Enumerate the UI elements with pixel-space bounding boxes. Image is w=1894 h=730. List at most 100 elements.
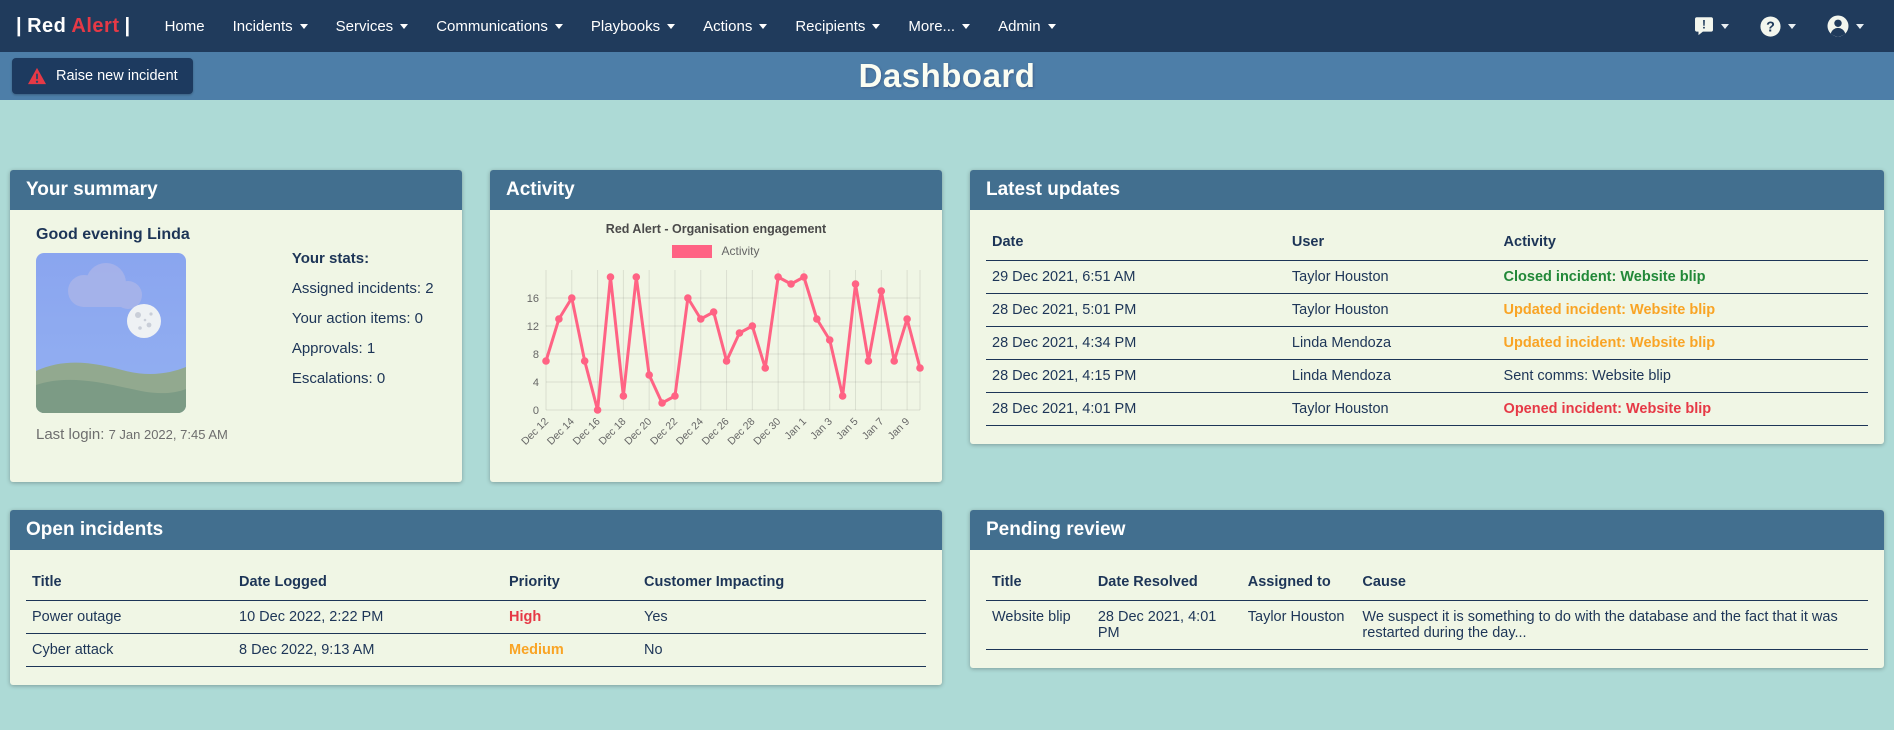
logo-right-bar: | (124, 15, 130, 38)
nav-item-home[interactable]: Home (153, 12, 217, 41)
table-cell: Taylor Houston (1286, 261, 1498, 294)
table-cell: 8 Dec 2022, 9:13 AM (233, 634, 503, 667)
column-header: Activity (1498, 224, 1868, 261)
account-icon (1826, 14, 1850, 38)
stat-item: Escalations: 0 (292, 370, 434, 387)
column-header: Title (26, 564, 233, 601)
feedback-menu[interactable]: ! (1693, 15, 1729, 37)
table-cell: Taylor Houston (1286, 393, 1498, 426)
table-cell: 28 Dec 2021, 4:34 PM (986, 327, 1286, 360)
dashboard-grid: Your summary Good evening Linda (10, 170, 1884, 685)
nav-item-incidents[interactable]: Incidents (221, 12, 320, 41)
moon-shape (127, 304, 161, 338)
svg-text:Dec 14: Dec 14 (545, 416, 577, 448)
column-header: Cause (1356, 564, 1868, 601)
last-login-label: Last login: (36, 426, 104, 443)
activity-body: Red Alert - Organisation engagement Acti… (490, 210, 942, 482)
svg-text:Dec 28: Dec 28 (725, 416, 757, 448)
svg-text:12: 12 (527, 321, 539, 333)
chart-title: Red Alert - Organisation engagement (500, 222, 932, 236)
open-incidents-table-wrap: TitleDate LoggedPriorityCustomer Impacti… (10, 550, 942, 685)
feedback-icon: ! (1693, 15, 1715, 37)
app-logo[interactable]: | Red Alert | (16, 15, 131, 38)
open-incidents-table: TitleDate LoggedPriorityCustomer Impacti… (26, 564, 926, 667)
svg-text:Jan 7: Jan 7 (860, 416, 887, 443)
stat-item: Your action items: 0 (292, 310, 434, 327)
latest-updates-header-row: DateUserActivity (986, 224, 1868, 261)
open-incidents-header: Open incidents (10, 510, 942, 550)
table-row: Website blip28 Dec 2021, 4:01 PMTaylor H… (986, 601, 1868, 650)
nav-item-admin[interactable]: Admin (986, 12, 1068, 41)
latest-updates-table-wrap: DateUserActivity 29 Dec 2021, 6:51 AMTay… (970, 210, 1884, 444)
your-summary-card: Your summary Good evening Linda (10, 170, 462, 482)
table-cell: Sent comms: Website blip (1498, 360, 1868, 393)
your-summary-body: Good evening Linda (10, 210, 462, 482)
legend-swatch (672, 245, 712, 258)
latest-updates-header: Latest updates (970, 170, 1884, 210)
pending-review-table: TitleDate ResolvedAssigned toCause Websi… (986, 564, 1868, 650)
nav-item-communications[interactable]: Communications (424, 12, 575, 41)
latest-updates-rows: 29 Dec 2021, 6:51 AMTaylor HoustonClosed… (986, 261, 1868, 426)
your-summary-header: Your summary (10, 170, 462, 210)
help-icon: ? (1759, 15, 1782, 38)
table-row: 28 Dec 2021, 4:01 PMTaylor HoustonOpened… (986, 393, 1868, 426)
latest-updates-table: DateUserActivity 29 Dec 2021, 6:51 AMTay… (986, 224, 1868, 426)
table-row: Cyber attack8 Dec 2022, 9:13 AMMediumNo (26, 634, 926, 667)
nav-item-recipients[interactable]: Recipients (783, 12, 892, 41)
chevron-down-icon (667, 24, 675, 29)
nav-item-services[interactable]: Services (324, 12, 421, 41)
svg-text:Dec 26: Dec 26 (700, 416, 732, 448)
table-cell: 29 Dec 2021, 6:51 AM (986, 261, 1286, 294)
activity-chart-svg: 0481216Dec 12Dec 14Dec 16Dec 18Dec 20Dec… (500, 262, 930, 462)
chevron-down-icon (962, 24, 970, 29)
svg-text:!: ! (1702, 18, 1706, 32)
table-row: 28 Dec 2021, 5:01 PMTaylor HoustonUpdate… (986, 294, 1868, 327)
chevron-down-icon (300, 24, 308, 29)
table-cell: Taylor Houston (1286, 294, 1498, 327)
chevron-down-icon (759, 24, 767, 29)
table-cell: Taylor Houston (1242, 601, 1357, 650)
stat-item: Assigned incidents: 2 (292, 280, 434, 297)
account-menu[interactable] (1826, 14, 1864, 38)
svg-text:Dec 18: Dec 18 (596, 416, 628, 448)
table-cell: Power outage (26, 601, 233, 634)
stats-list: Assigned incidents: 2 Your action items: … (292, 280, 434, 387)
greeting-illustration (36, 253, 186, 413)
svg-text:Jan 1: Jan 1 (782, 416, 809, 443)
table-row: 29 Dec 2021, 6:51 AMTaylor HoustonClosed… (986, 261, 1868, 294)
svg-text:Dec 12: Dec 12 (519, 416, 551, 448)
pending-review-rows: Website blip28 Dec 2021, 4:01 PMTaylor H… (986, 601, 1868, 650)
pending-review-card: Pending review TitleDate ResolvedAssigne… (970, 510, 1884, 668)
chevron-down-icon (1048, 24, 1056, 29)
navbar-right-icons: ! ? (1693, 14, 1878, 38)
table-cell: 28 Dec 2021, 4:15 PM (986, 360, 1286, 393)
last-login-value: 7 Jan 2022, 7:45 AM (109, 427, 228, 442)
open-incidents-rows: Power outage10 Dec 2022, 2:22 PMHighYesC… (26, 601, 926, 667)
help-menu[interactable]: ? (1759, 15, 1796, 38)
svg-text:16: 16 (527, 293, 539, 305)
chevron-down-icon (1856, 24, 1864, 29)
summary-left-column: Good evening Linda (36, 226, 228, 466)
column-header: Title (986, 564, 1092, 601)
chevron-down-icon (400, 24, 408, 29)
table-cell: We suspect it is something to do with th… (1356, 601, 1868, 650)
table-row: 28 Dec 2021, 4:15 PMLinda MendozaSent co… (986, 360, 1868, 393)
chart-legend: Activity (500, 244, 932, 258)
column-header: Date (986, 224, 1286, 261)
svg-text:?: ? (1766, 19, 1775, 35)
svg-text:Dec 16: Dec 16 (571, 416, 603, 448)
table-cell: Linda Mendoza (1286, 360, 1498, 393)
chevron-down-icon (872, 24, 880, 29)
svg-text:4: 4 (533, 377, 539, 389)
nav-item-playbooks[interactable]: Playbooks (579, 12, 687, 41)
logo-left-bar: | (16, 15, 22, 38)
pending-review-table-wrap: TitleDate ResolvedAssigned toCause Websi… (970, 550, 1884, 668)
nav-item-more[interactable]: More... (896, 12, 982, 41)
summary-stats-column: Your stats: Assigned incidents: 2Your ac… (292, 226, 434, 466)
nav-item-actions[interactable]: Actions (691, 12, 779, 41)
stat-item: Approvals: 1 (292, 340, 434, 357)
table-cell: Opened incident: Website blip (1498, 393, 1868, 426)
svg-text:Dec 20: Dec 20 (622, 416, 654, 448)
logo-name-accent: Alert (71, 15, 119, 38)
legend-label: Activity (721, 244, 759, 258)
